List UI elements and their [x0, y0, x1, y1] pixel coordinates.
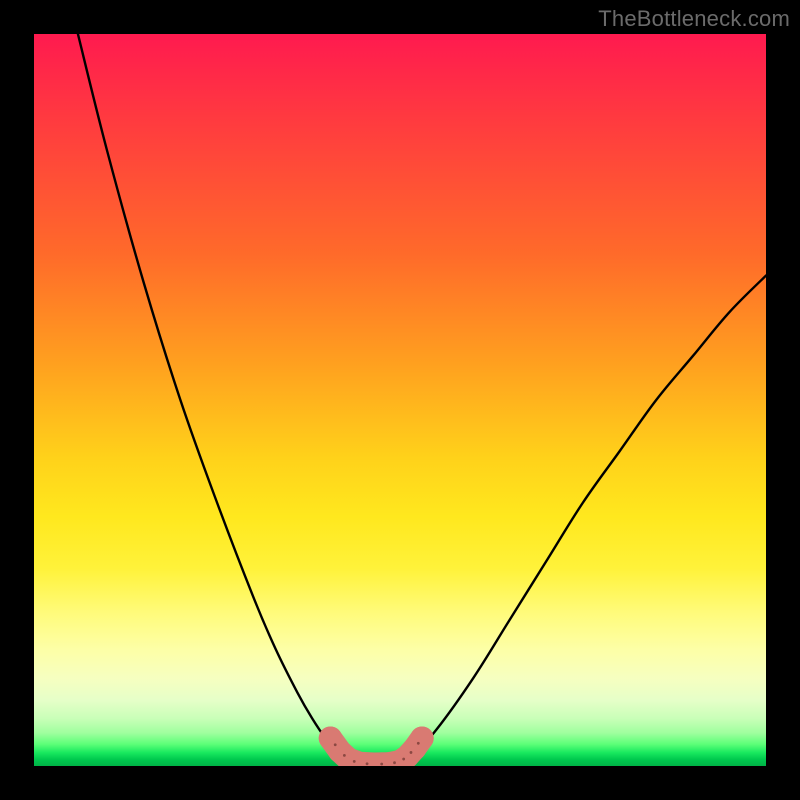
marker-joint [334, 743, 337, 746]
marker-joint [380, 763, 383, 766]
curve-group [78, 34, 766, 765]
marker-dot [410, 726, 433, 749]
plot-area [34, 34, 766, 766]
marker-joint [366, 762, 369, 765]
chart-svg [34, 34, 766, 766]
curve-left-branch [78, 34, 349, 763]
marker-joint [417, 742, 420, 745]
marker-joint [410, 751, 413, 754]
marker-joint [343, 754, 346, 757]
chart-frame: TheBottleneck.com [0, 0, 800, 800]
watermark-text: TheBottleneck.com [598, 6, 790, 32]
marker-joint [402, 758, 405, 761]
marker-joint [393, 761, 396, 764]
curve-right-branch [400, 276, 766, 764]
marker-joint [353, 760, 356, 763]
marker-group [319, 726, 434, 766]
